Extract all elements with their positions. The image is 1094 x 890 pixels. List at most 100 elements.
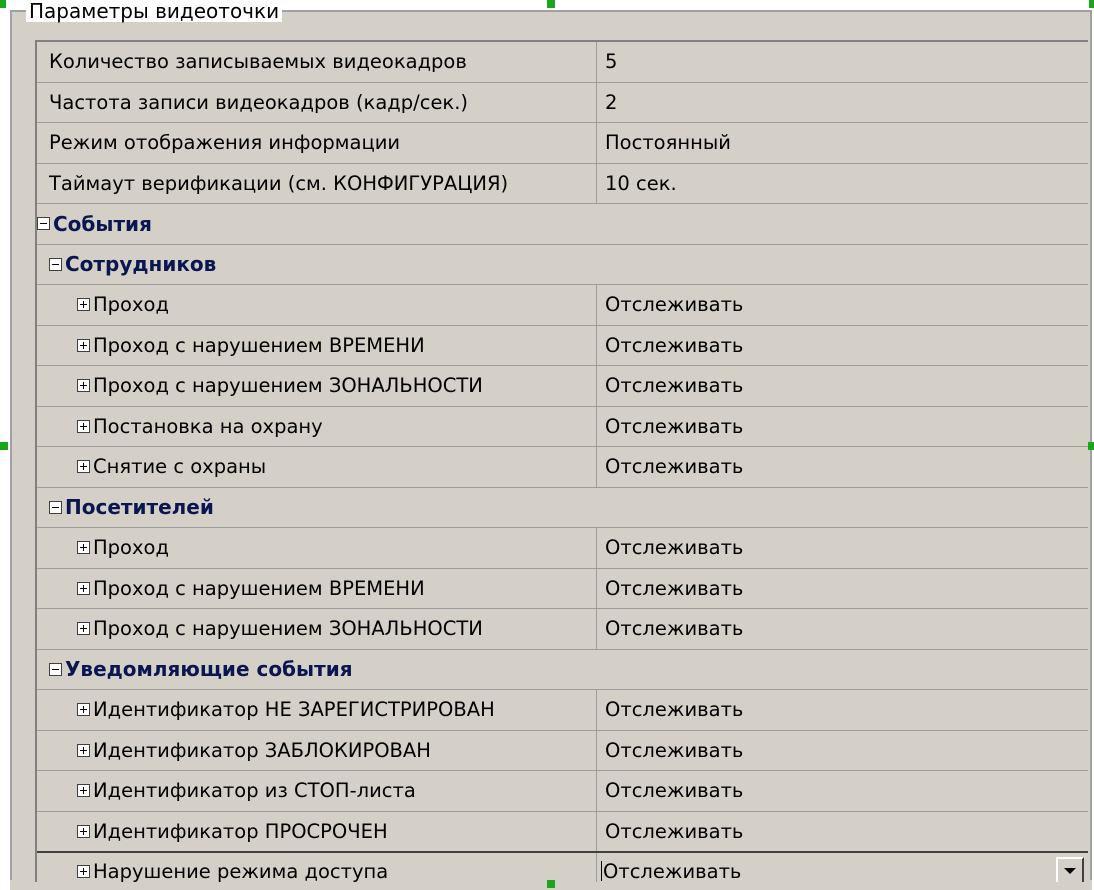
property-value-text: Отслеживать [605,779,744,803]
property-value-cell[interactable]: Отслеживать [597,366,1088,406]
property-row[interactable]: Проход с нарушением ЗОНАЛЬНОСТИ Отслежива… [37,366,1088,407]
property-name-cell[interactable]: Режим отображения информации [37,123,597,163]
property-row[interactable]: Идентификатор ПРОСРОЧЕН Отслеживать [37,811,1088,852]
property-name-cell[interactable]: Снятие с охраны [37,447,597,487]
property-value-cell[interactable]: Отслеживать [597,447,1088,487]
expand-icon[interactable] [77,419,90,433]
expand-icon[interactable] [77,298,90,312]
property-label: Таймаут верификации (см. КОНФИГУРАЦИЯ) [49,171,509,195]
property-value-cell[interactable]: Отслеживать [597,407,1088,447]
property-value-cell[interactable]: 2 [597,83,1088,123]
property-value-cell[interactable]: Постоянный [597,123,1088,163]
property-label: Постановка на охрану [93,414,323,438]
expand-icon[interactable] [77,703,90,717]
property-value-cell[interactable]: 5 [597,42,1088,82]
expand-icon[interactable] [77,541,90,555]
expand-icon[interactable] [77,824,90,838]
category-row[interactable]: Посетителей [37,488,1088,528]
property-name-cell[interactable]: Проход с нарушением ЗОНАЛЬНОСТИ [37,366,597,406]
property-name-cell[interactable]: Идентификатор ПРОСРОЧЕН [37,811,597,851]
collapse-icon[interactable] [49,500,62,514]
property-label: Проход с нарушением ЗОНАЛЬНОСТИ [93,374,483,398]
property-value-cell[interactable]: Отслеживать [597,771,1088,811]
property-row[interactable]: Количество записываемых видеокадров 5 [37,42,1088,83]
collapse-icon[interactable] [37,217,50,231]
property-name-cell[interactable]: Идентификатор из СТОП-листа [37,771,597,811]
category-name-cell[interactable]: Сотрудников [37,245,1088,285]
expand-icon[interactable] [77,379,90,393]
expand-icon[interactable] [77,581,90,595]
property-value-text: Отслеживать [605,576,744,600]
selection-handle-top[interactable] [547,0,555,8]
property-value-cell[interactable]: Отслеживать [597,528,1088,568]
property-row[interactable]: Нарушение режима доступа Отслеживать [37,851,1088,882]
property-label: Проход [93,293,169,317]
property-value-cell[interactable]: Отслеживать [597,731,1088,771]
category-row[interactable]: Уведомляющие события [37,650,1088,690]
property-name-cell[interactable]: Нарушение режима доступа [37,853,597,882]
property-value-cell[interactable]: 10 сек. [597,164,1088,204]
collapse-icon[interactable] [49,257,62,271]
property-value-text: Отслеживать [603,859,742,882]
groupbox-title: Параметры видеоточки [26,0,283,22]
property-name-cell[interactable]: Проход с нарушением ВРЕМЕНИ [37,325,597,365]
property-value-text: Отслеживать [605,293,744,317]
property-row[interactable]: Проход с нарушением ЗОНАЛЬНОСТИ Отслежива… [37,609,1088,650]
property-value-cell[interactable]: Отслеживать [597,609,1088,649]
property-value-text: Отслеживать [605,617,744,641]
dropdown-button[interactable] [1056,857,1084,882]
property-row[interactable]: Идентификатор ЗАБЛОКИРОВАН Отслеживать [37,730,1088,771]
expand-icon[interactable] [77,338,90,352]
property-name-cell[interactable]: Проход с нарушением ЗОНАЛЬНОСТИ [37,609,597,649]
property-value-text: Отслеживать [605,374,744,398]
expand-icon[interactable] [77,743,90,757]
property-value-cell[interactable]: Отслеживать [597,569,1088,609]
property-value-cell[interactable]: Отслеживать [597,326,1088,366]
property-row[interactable]: Проход с нарушением ВРЕМЕНИ Отслеживать [37,325,1088,366]
property-label: Снятие с охраны [93,455,267,479]
property-value-cell[interactable]: Отслеживать [597,812,1088,852]
property-value-text: Отслеживать [605,738,744,762]
property-label: Проход с нарушением ЗОНАЛЬНОСТИ [93,617,483,641]
property-row[interactable]: Таймаут верификации (см. КОНФИГУРАЦИЯ) 10… [37,163,1088,204]
property-name-cell[interactable]: Идентификатор НЕ ЗАРЕГИСТРИРОВАН [37,690,597,730]
property-row[interactable]: Постановка на охрану Отслеживать [37,406,1088,447]
property-row[interactable]: Проход с нарушением ВРЕМЕНИ Отслеживать [37,568,1088,609]
selection-handle-left[interactable] [0,442,8,450]
property-name-cell[interactable]: Постановка на охрану [37,406,597,446]
selection-handle-top-left[interactable] [0,0,6,8]
property-name-cell[interactable]: Таймаут верификации (см. КОНФИГУРАЦИЯ) [37,163,597,203]
property-row[interactable]: Проход Отслеживать [37,528,1088,569]
property-editor-canvas: Параметры видеоточки Количество записыва… [0,0,1094,890]
property-row[interactable]: Частота записи видеокадров (кадр/сек.) 2 [37,82,1088,123]
category-row[interactable]: Сотрудников [37,245,1088,285]
collapse-icon[interactable] [49,662,62,676]
selection-handle-right[interactable] [1088,442,1094,450]
category-name-cell[interactable]: Уведомляющие события [37,650,1088,690]
property-value-cell[interactable]: Отслеживать [597,285,1088,325]
property-name-cell[interactable]: Количество записываемых видеокадров [37,42,597,82]
expand-icon[interactable] [77,460,90,474]
selection-handle-bottom[interactable] [547,880,555,888]
property-name-cell[interactable]: Идентификатор ЗАБЛОКИРОВАН [37,730,597,770]
category-name-cell[interactable]: Посетителей [37,488,1088,528]
expand-icon[interactable] [77,622,90,636]
property-row[interactable]: Режим отображения информации Постоянный [37,123,1088,164]
property-row[interactable]: Проход Отслеживать [37,285,1088,326]
property-value-cell[interactable]: Отслеживать [597,690,1088,730]
property-grid[interactable]: Количество записываемых видеокадров 5 Част… [35,40,1088,882]
category-row[interactable]: События [37,204,1088,245]
property-row[interactable]: Снятие с охраны Отслеживать [37,447,1088,488]
property-name-cell[interactable]: Проход [37,285,597,325]
property-name-cell[interactable]: Частота записи видеокадров (кадр/сек.) [37,82,597,122]
property-row[interactable]: Идентификатор из СТОП-листа Отслеживать [37,771,1088,812]
expand-icon[interactable] [77,784,90,798]
expand-icon[interactable] [77,864,90,878]
property-value-dropdown[interactable]: Отслеживать [597,853,1088,882]
category-name-cell[interactable]: События [37,204,1088,244]
property-label: Режим отображения информации [49,131,401,155]
selection-handle-top-right[interactable] [1089,0,1094,8]
property-name-cell[interactable]: Проход [37,528,597,568]
property-row[interactable]: Идентификатор НЕ ЗАРЕГИСТРИРОВАН Отслежив… [37,690,1088,731]
property-name-cell[interactable]: Проход с нарушением ВРЕМЕНИ [37,568,597,608]
